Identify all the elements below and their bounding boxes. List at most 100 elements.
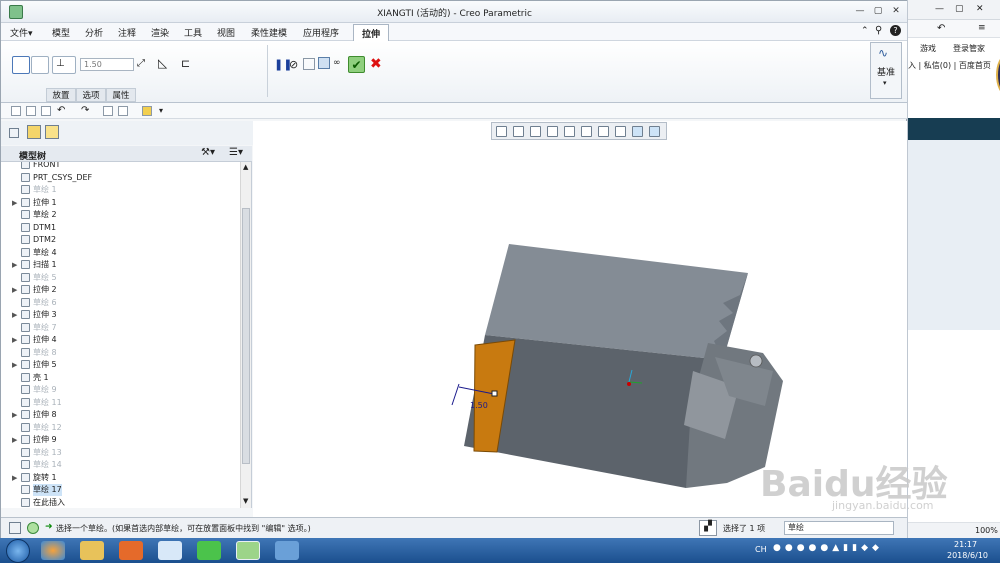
expand-arrow-icon[interactable]: ▶: [12, 359, 17, 371]
browser-back-icon[interactable]: ↶: [937, 23, 945, 34]
verify-icon[interactable]: ∞: [333, 58, 341, 68]
cancel-icon[interactable]: ✖: [370, 56, 382, 72]
selection-filter-dropdown[interactable]: 草绘: [784, 521, 894, 535]
menu-view[interactable]: 视图: [217, 26, 235, 39]
system-tray-icons[interactable]: ●●●●●▲▮▮◆◆: [773, 543, 883, 553]
saved-views-icon[interactable]: [581, 126, 592, 137]
scroll-thumb[interactable]: [242, 208, 250, 464]
menu-file[interactable]: 文件▾: [10, 26, 33, 39]
datum-group-button[interactable]: ∿ 基准 ▾: [870, 42, 902, 99]
scroll-down-icon[interactable]: ▼: [243, 497, 248, 505]
perspective-icon[interactable]: [615, 126, 626, 137]
paint-taskbar-icon[interactable]: [275, 541, 299, 560]
menu-annotate[interactable]: 注释: [118, 26, 136, 39]
show-navigator-icon[interactable]: [9, 522, 21, 534]
expand-arrow-icon[interactable]: ▶: [12, 259, 17, 271]
browser-maximize-button[interactable]: ▢: [955, 4, 964, 14]
expand-arrow-icon[interactable]: ▶: [12, 334, 17, 346]
favorites-tab-icon[interactable]: [45, 125, 59, 139]
expand-arrow-icon[interactable]: ▶: [12, 197, 17, 209]
remove-material-icon[interactable]: ◺: [158, 56, 167, 70]
baidu-netdisk-taskbar-icon[interactable]: [158, 541, 182, 560]
close-button[interactable]: ✕: [889, 5, 903, 17]
browser-minimize-button[interactable]: —: [935, 4, 944, 14]
depth-value-input[interactable]: 1.50: [80, 58, 134, 71]
browser-menu-icon[interactable]: ≡: [978, 23, 986, 33]
undo-icon[interactable]: ↶: [57, 105, 65, 116]
solid-extrude-button[interactable]: [12, 56, 30, 74]
open-icon[interactable]: [26, 106, 36, 116]
datum-display-icon[interactable]: [632, 126, 643, 137]
menu-model[interactable]: 模型: [52, 26, 70, 39]
zoom-in-icon[interactable]: [513, 126, 524, 137]
windows-icon[interactable]: [118, 106, 128, 116]
expand-arrow-icon[interactable]: ▶: [12, 309, 17, 321]
ok-checkmark-button[interactable]: ✔: [348, 56, 365, 73]
tree-scrollbar[interactable]: ▲ ▼: [240, 162, 251, 508]
refit-icon[interactable]: [496, 126, 507, 137]
creo-taskbar-icon[interactable]: [236, 541, 260, 560]
model-tree-tab-icon[interactable]: [9, 128, 19, 138]
maximize-button[interactable]: ▢: [871, 5, 885, 17]
redo-icon[interactable]: ↷: [81, 105, 89, 116]
tree-item-label: 草绘 14: [33, 460, 62, 469]
expand-arrow-icon[interactable]: ▶: [12, 284, 17, 296]
tree-columns-icon[interactable]: ☰▾: [229, 147, 243, 158]
regenerate-icon[interactable]: [103, 106, 113, 116]
tab-extrude[interactable]: 拉伸: [353, 24, 390, 41]
clock-date[interactable]: 2018/6/10: [947, 551, 988, 560]
flip-direction-icon[interactable]: ⤢: [137, 58, 145, 69]
feature-icon: [21, 422, 30, 432]
folder-icon[interactable]: [142, 106, 152, 116]
help-icon[interactable]: ?: [890, 25, 901, 36]
language-indicator[interactable]: CH: [755, 545, 767, 554]
browser-toggle-icon[interactable]: [27, 522, 39, 534]
browser-zoom[interactable]: 100%: [975, 526, 998, 535]
explorer-taskbar-icon[interactable]: [80, 541, 104, 560]
drag-handle[interactable]: [491, 390, 498, 397]
browser-nav-text[interactable]: 入 | 私信(0) | 百度首页: [908, 60, 1000, 74]
repaint-icon[interactable]: [547, 126, 558, 137]
minimize-button[interactable]: —: [853, 5, 867, 17]
scroll-up-icon[interactable]: ▲: [243, 163, 248, 171]
filter-icon[interactable]: ▞: [699, 520, 717, 536]
view-manager-icon[interactable]: [598, 126, 609, 137]
login-link[interactable]: 登录管家: [953, 43, 985, 54]
browser-taskbar-icon[interactable]: [197, 541, 221, 560]
menu-analysis[interactable]: 分析: [85, 26, 103, 39]
depth-option-dropdown[interactable]: ⊥: [52, 56, 76, 74]
menu-tools[interactable]: 工具: [184, 26, 202, 39]
clock-time[interactable]: 21:17: [954, 540, 977, 549]
folder-browser-tab-icon[interactable]: [27, 125, 41, 139]
annotation-display-icon[interactable]: [649, 126, 660, 137]
menu-flexible-modeling[interactable]: 柔性建模: [251, 26, 287, 39]
chrome-taskbar-icon[interactable]: [41, 541, 65, 560]
browser-close-button[interactable]: ✕: [976, 4, 984, 14]
save-icon[interactable]: [41, 106, 51, 116]
display-style-icon[interactable]: [564, 126, 575, 137]
surface-extrude-button[interactable]: [31, 56, 49, 74]
chevron-up-icon[interactable]: ⌃: [861, 26, 869, 36]
tree-settings-icon[interactable]: ⚒▾: [201, 147, 215, 158]
search-icon[interactable]: ⚲: [875, 25, 882, 36]
customize-dropdown-icon[interactable]: ▾: [159, 106, 163, 115]
tab-properties[interactable]: 属性: [106, 88, 136, 102]
tab-placement[interactable]: 放置: [46, 88, 76, 102]
expand-arrow-icon[interactable]: ▶: [12, 472, 17, 484]
no-preview-icon[interactable]: ⊘: [289, 58, 298, 71]
selection-count[interactable]: 选择了 1 项: [723, 523, 765, 534]
games-link[interactable]: 游戏: [920, 43, 936, 54]
attached-preview-icon[interactable]: [303, 58, 315, 70]
media-player-taskbar-icon[interactable]: [119, 541, 143, 560]
expand-arrow-icon[interactable]: ▶: [12, 409, 17, 421]
geometry-preview-icon[interactable]: [318, 57, 330, 69]
new-icon[interactable]: [11, 106, 21, 116]
menu-render[interactable]: 渲染: [151, 26, 169, 39]
menu-applications[interactable]: 应用程序: [303, 26, 339, 39]
start-button[interactable]: [6, 539, 30, 563]
tab-options[interactable]: 选项: [76, 88, 106, 102]
dimension-label[interactable]: 1.50: [470, 401, 488, 410]
thicken-sketch-icon[interactable]: ⊏: [181, 57, 190, 70]
expand-arrow-icon[interactable]: ▶: [12, 434, 17, 446]
zoom-out-icon[interactable]: [530, 126, 541, 137]
